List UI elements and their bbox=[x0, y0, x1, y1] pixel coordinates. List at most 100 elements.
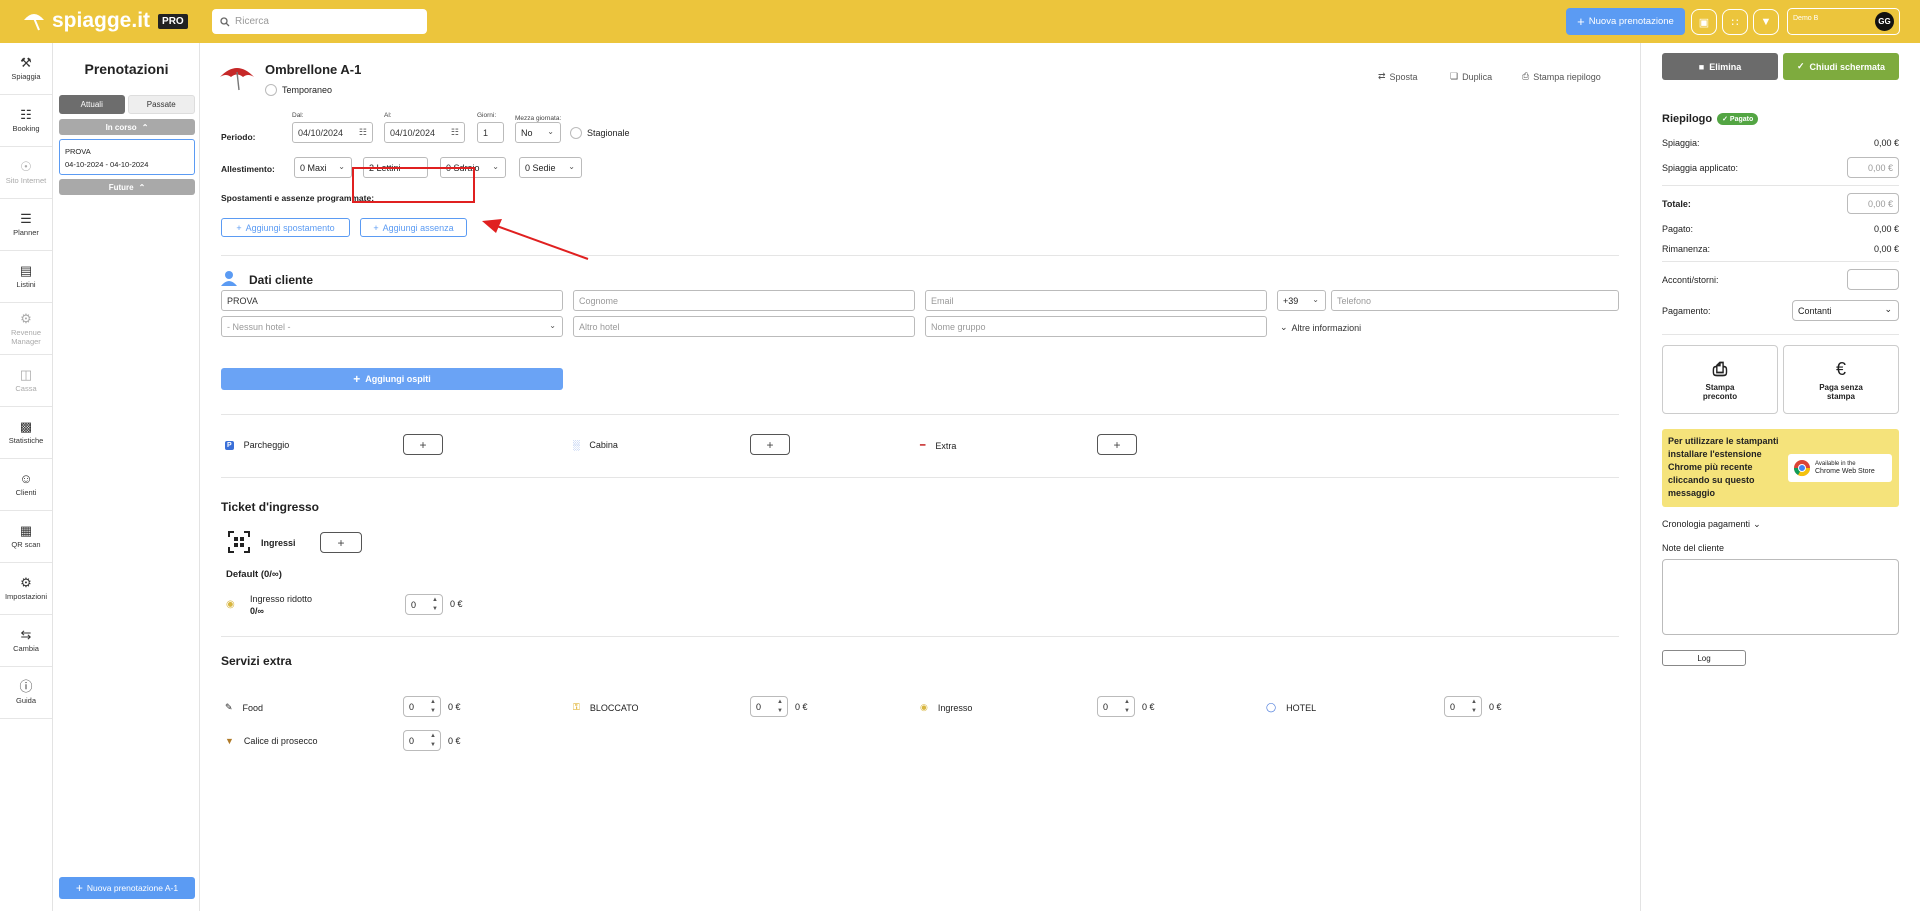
duplicate-button[interactable]: ❏ Duplica bbox=[1450, 71, 1492, 82]
add-absence-button[interactable]: + Aggiungi assenza bbox=[360, 218, 467, 237]
service-stepper[interactable]: 0 ▲ ▼ bbox=[1097, 696, 1135, 717]
stepper-arrows-icon[interactable]: ▲ ▼ bbox=[430, 698, 436, 716]
paid-row: Pagato: 0,00 € bbox=[1662, 224, 1899, 234]
tab-current[interactable]: Attuali bbox=[59, 95, 125, 114]
customer-notes-label: Note del cliente bbox=[1662, 543, 1725, 553]
sidebar-item-guida[interactable]: ⓘ Guida bbox=[0, 667, 52, 719]
chat-icon[interactable]: ▣ bbox=[1691, 9, 1717, 35]
service-stepper[interactable]: 0 ▲ ▼ bbox=[1444, 696, 1482, 717]
group-name-field[interactable]: Nome gruppo bbox=[925, 316, 1267, 337]
help-icon: ⓘ bbox=[19, 679, 33, 694]
from-date-field[interactable]: 04/10/2024 ☷ bbox=[292, 122, 373, 143]
hotel-select[interactable]: - Nessun hotel - ⌄ bbox=[221, 316, 563, 337]
stepper-arrows-icon[interactable]: ▲ ▼ bbox=[1124, 698, 1130, 716]
more-info-toggle[interactable]: ⌄ Altre informazioni bbox=[1280, 322, 1361, 333]
planner-icon: ☰ bbox=[20, 211, 32, 226]
logo[interactable]: spiagge.it PRO bbox=[22, 9, 188, 33]
chevron-down-icon: ⌄ bbox=[568, 162, 575, 171]
seasonal-checkbox[interactable]: Stagionale bbox=[570, 127, 630, 139]
delete-button[interactable]: ■ Elimina bbox=[1662, 53, 1778, 80]
sidebar-item-booking[interactable]: ☷ Booking bbox=[0, 95, 52, 147]
print-summary-button[interactable]: ⎙ Stampa riepilogo bbox=[1522, 71, 1601, 82]
sidebar-item-statistiche[interactable]: ▩ Statistiche bbox=[0, 407, 52, 459]
sidebar-item-revenue-manager[interactable]: ⚙ Revenue Manager bbox=[0, 303, 52, 355]
bell-icon[interactable]: ▼ bbox=[1753, 9, 1779, 35]
booking-card[interactable]: PROVA 04-10-2024 - 04-10-2024 bbox=[59, 139, 195, 175]
umbrella-icon bbox=[220, 68, 254, 91]
stepper-value: 0 bbox=[1450, 701, 1456, 712]
user-menu[interactable]: Demo B GG bbox=[1787, 8, 1900, 35]
sidebar-item-listini[interactable]: ▤ Listini bbox=[0, 251, 52, 303]
new-booking-unit-button[interactable]: + Nuova prenotazione A-1 bbox=[59, 877, 195, 899]
reduced-entry-count: 0/∞ bbox=[250, 606, 264, 616]
more-info-label: Altre informazioni bbox=[1291, 322, 1362, 333]
sidebar-item-spiaggia[interactable]: ⚒ Spiaggia bbox=[0, 43, 52, 95]
log-button[interactable]: Log bbox=[1662, 650, 1746, 666]
half-day-select[interactable]: No ⌄ bbox=[515, 122, 561, 143]
move-button[interactable]: ⇄ Sposta bbox=[1378, 71, 1418, 82]
stepper-arrows-icon[interactable]: ▲ ▼ bbox=[430, 732, 436, 750]
customer-notes-input[interactable] bbox=[1662, 559, 1899, 635]
stepper-arrows-icon[interactable]: ▲ ▼ bbox=[1471, 698, 1477, 716]
service-price: 0 € bbox=[448, 736, 461, 746]
sidebar-item-cambia[interactable]: ⇆ Cambia bbox=[0, 615, 52, 667]
setup-select-sedie[interactable]: 0 Sedie ⌄ bbox=[519, 157, 582, 178]
logo-badge: PRO bbox=[158, 13, 188, 29]
future-section[interactable]: Future ⌃ bbox=[59, 179, 195, 195]
search-input[interactable]: Ricerca bbox=[212, 9, 427, 34]
phone-field[interactable]: Telefono bbox=[1331, 290, 1619, 311]
printer-extension-notice[interactable]: Per utilizzare le stampanti installare l… bbox=[1662, 429, 1899, 507]
new-booking-button[interactable]: + Nuova prenotazione bbox=[1566, 8, 1685, 35]
apps-grid-icon[interactable]: ∷ bbox=[1722, 9, 1748, 35]
days-value: 1 bbox=[483, 127, 489, 138]
phone-prefix-select[interactable]: +39 ⌄ bbox=[1277, 290, 1326, 311]
days-field[interactable]: 1 bbox=[477, 122, 504, 143]
deposits-input[interactable] bbox=[1847, 269, 1899, 290]
other-hotel-field[interactable]: Altro hotel bbox=[573, 316, 915, 337]
sidebar-item-cassa[interactable]: ◫ Cassa bbox=[0, 355, 52, 407]
addon-label: Extra bbox=[935, 440, 957, 451]
stepper-arrows-icon[interactable]: ▲ ▼ bbox=[432, 596, 438, 614]
close-button[interactable]: ✓ Chiudi schermata bbox=[1783, 53, 1899, 80]
chrome-web-store-badge[interactable]: Available in the Chrome Web Store bbox=[1788, 454, 1892, 482]
add-parking-button[interactable]: + bbox=[403, 434, 443, 455]
add-move-button[interactable]: + Aggiungi spostamento bbox=[221, 218, 350, 237]
to-date-field[interactable]: 04/10/2024 ☷ bbox=[384, 122, 465, 143]
in-progress-section[interactable]: In corso ⌃ bbox=[59, 119, 195, 135]
setup-select-maxi[interactable]: 0 Maxi ⌄ bbox=[294, 157, 352, 178]
move-label: Sposta bbox=[1389, 71, 1418, 82]
plus-icon: + bbox=[1113, 437, 1121, 452]
sidebar-item-clienti[interactable]: ☺ Clienti bbox=[0, 459, 52, 511]
checkbox-circle bbox=[265, 84, 277, 96]
add-entries-button[interactable]: + bbox=[320, 532, 362, 553]
email-field[interactable]: Email bbox=[925, 290, 1267, 311]
service-stepper[interactable]: 0 ▲ ▼ bbox=[403, 730, 441, 751]
reduced-entry-stepper[interactable]: 0 ▲ ▼ bbox=[405, 594, 443, 615]
add-cabin-button[interactable]: + bbox=[750, 434, 790, 455]
sidebar-item-impostazioni[interactable]: ⚙ Impostazioni bbox=[0, 563, 52, 615]
beach-icon: ⚒ bbox=[20, 55, 32, 70]
sidebar-item-planner[interactable]: ☰ Planner bbox=[0, 199, 52, 251]
sidebar-item-sito-internet[interactable]: ☉ Sito Internet bbox=[0, 147, 52, 199]
tab-past[interactable]: Passate bbox=[127, 95, 195, 114]
service-label: HOTEL bbox=[1286, 702, 1317, 713]
service-stepper[interactable]: 0 ▲ ▼ bbox=[403, 696, 441, 717]
bookings-panel: Prenotazioni Attuali Passate In corso ⌃ … bbox=[53, 43, 200, 911]
total-label: Totale: bbox=[1662, 198, 1691, 209]
logo-text: spiagge.it bbox=[52, 9, 151, 32]
pay-no-print-button[interactable]: € Paga senza stampa bbox=[1783, 345, 1899, 414]
last-name-field[interactable]: Cognome bbox=[573, 290, 915, 311]
first-name-field[interactable]: PROVA bbox=[221, 290, 563, 311]
payment-history-toggle[interactable]: Cronologia pagamenti ⌄ bbox=[1662, 519, 1761, 530]
temporary-checkbox[interactable]: Temporaneo bbox=[265, 84, 332, 96]
print-preaccount-button[interactable]: ⎙ Stampa preconto bbox=[1662, 345, 1778, 414]
add-extra-button[interactable]: + bbox=[1097, 434, 1137, 455]
stepper-arrows-icon[interactable]: ▲ ▼ bbox=[777, 698, 783, 716]
sidebar-item-qr-scan[interactable]: ▦ QR scan bbox=[0, 511, 52, 563]
add-guests-button[interactable]: + Aggiungi ospiti bbox=[221, 368, 563, 390]
service-stepper[interactable]: 0 ▲ ▼ bbox=[750, 696, 788, 717]
payment-method-select[interactable]: Contanti ⌄ bbox=[1792, 300, 1899, 321]
total-input[interactable]: 0,00 € bbox=[1847, 193, 1899, 214]
beach-applied-input[interactable]: 0,00 € bbox=[1847, 157, 1899, 178]
chrome-icon bbox=[1793, 460, 1811, 477]
